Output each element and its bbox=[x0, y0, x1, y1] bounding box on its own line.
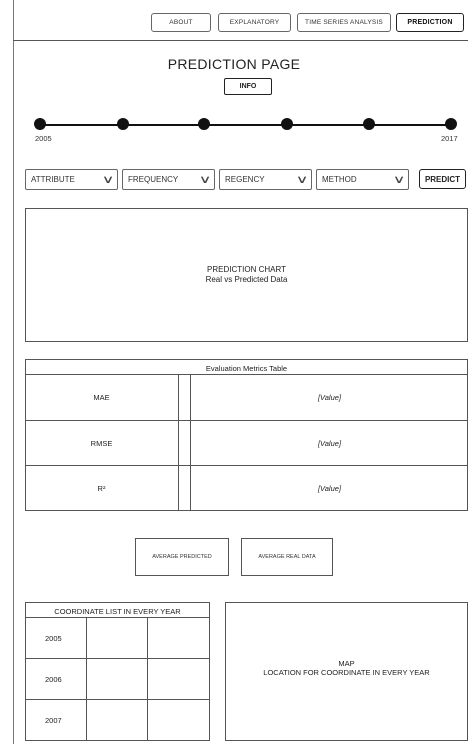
map-title: MAP bbox=[338, 659, 355, 668]
timeline-point[interactable] bbox=[445, 118, 457, 130]
table-divider bbox=[147, 617, 148, 741]
dropdown-label: REGENCY bbox=[225, 175, 265, 184]
metric-value-mae: [Value] bbox=[317, 393, 342, 402]
map-subtitle: LOCATION FOR COORDINATE IN EVERY YEAR bbox=[263, 668, 430, 677]
predict-button[interactable]: PREDICT bbox=[419, 169, 466, 189]
timeline-start-year: 2005 bbox=[35, 134, 52, 143]
chart-title: PREDICTION CHART bbox=[207, 265, 286, 274]
method-dropdown[interactable]: METHOD ∨ bbox=[316, 169, 409, 190]
timeline-track[interactable] bbox=[40, 124, 456, 126]
timeline-point[interactable] bbox=[281, 118, 293, 130]
page-title: PREDICTION PAGE bbox=[167, 56, 301, 72]
nav-prediction-button[interactable]: PREDICTION bbox=[396, 13, 464, 32]
chart-subtitle: Real vs Predicted Data bbox=[205, 275, 288, 284]
timeline-point[interactable] bbox=[198, 118, 210, 130]
frequency-dropdown[interactable]: FREQUENCY ∨ bbox=[122, 169, 215, 190]
chevron-down-icon: ∨ bbox=[392, 174, 406, 186]
average-real-data-box[interactable]: AVERAGE REAL DATA bbox=[241, 538, 333, 576]
chart-caption: PREDICTION CHART Real vs Predicted Data bbox=[26, 265, 467, 285]
chevron-down-icon: ∨ bbox=[198, 174, 212, 186]
average-predicted-box[interactable]: AVERAGE PREDICTED bbox=[135, 538, 229, 576]
coordinate-year: 2007 bbox=[45, 715, 62, 725]
timeline-point[interactable] bbox=[117, 118, 129, 130]
table-divider bbox=[178, 374, 179, 511]
nav-time-series-analysis-button[interactable]: TIME SERIES ANALYSIS bbox=[297, 13, 391, 32]
chevron-down-icon: ∨ bbox=[295, 174, 309, 186]
dropdown-label: ATTRIBUTE bbox=[31, 175, 75, 184]
metric-value-r2: [Value] bbox=[317, 483, 342, 493]
metric-name-rmse: RMSE bbox=[90, 438, 113, 448]
metric-name-r2: R² bbox=[97, 483, 106, 493]
attribute-dropdown[interactable]: ATTRIBUTE ∨ bbox=[25, 169, 118, 190]
coordinate-list-title: COORDINATE LIST IN EVERY YEAR bbox=[54, 607, 181, 616]
nav-about-button[interactable]: ABOUT bbox=[151, 13, 211, 32]
dropdown-label: METHOD bbox=[322, 175, 357, 184]
metrics-table-title: Evaluation Metrics Table bbox=[205, 364, 288, 373]
info-button[interactable]: INFO bbox=[224, 78, 272, 95]
timeline-point[interactable] bbox=[34, 118, 46, 130]
table-divider bbox=[86, 617, 87, 741]
map-panel[interactable]: MAP LOCATION FOR COORDINATE IN EVERY YEA… bbox=[225, 602, 468, 741]
dropdown-label: FREQUENCY bbox=[128, 175, 179, 184]
map-caption: MAP LOCATION FOR COORDINATE IN EVERY YEA… bbox=[226, 659, 467, 677]
prediction-chart-panel: PREDICTION CHART Real vs Predicted Data bbox=[25, 208, 468, 342]
chevron-down-icon: ∨ bbox=[101, 174, 115, 186]
coordinate-year: 2006 bbox=[45, 674, 62, 684]
timeline-end-year: 2017 bbox=[441, 134, 458, 143]
timeline-point[interactable] bbox=[363, 118, 375, 130]
nav-explanatory-button[interactable]: EXPLANATORY bbox=[218, 13, 291, 32]
regency-dropdown[interactable]: REGENCY ∨ bbox=[219, 169, 312, 190]
metric-name-mae: MAE bbox=[93, 393, 110, 402]
coordinate-year: 2005 bbox=[45, 633, 62, 643]
metric-value-rmse: [Value] bbox=[317, 438, 342, 448]
